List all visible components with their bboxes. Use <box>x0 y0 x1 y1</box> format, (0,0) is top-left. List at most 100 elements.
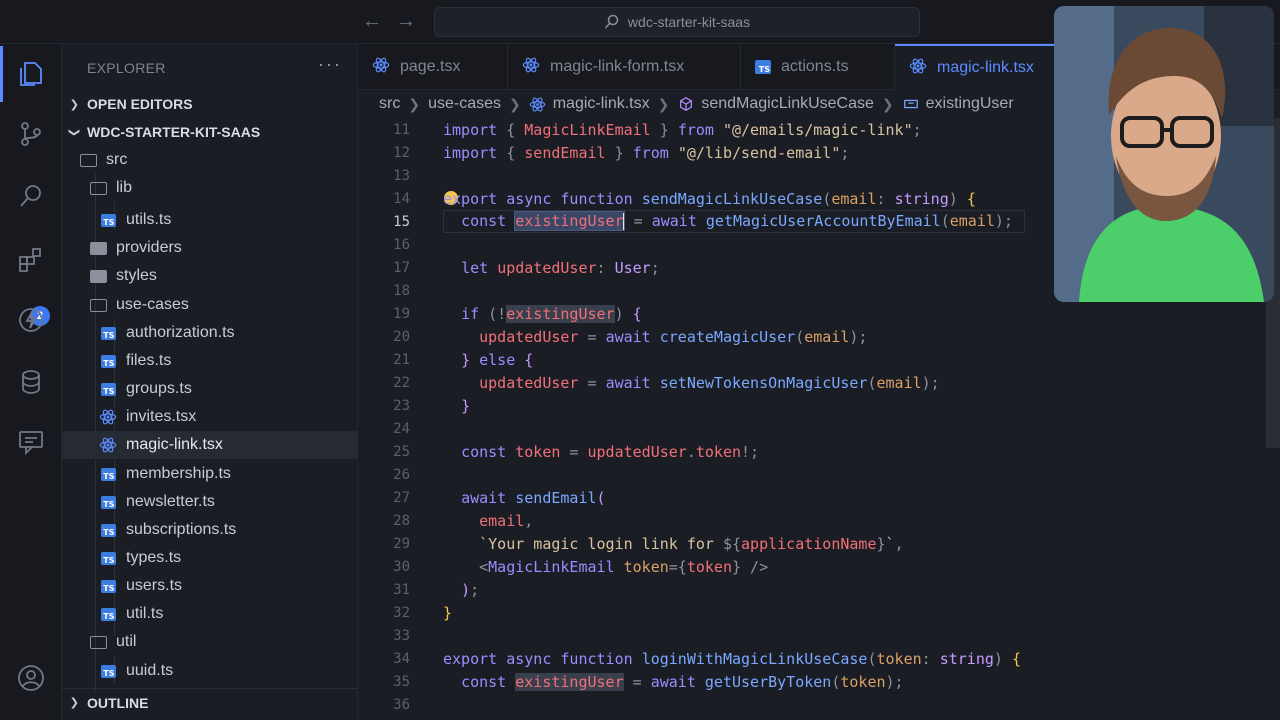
variable-icon <box>902 95 920 113</box>
tree-label: src <box>106 151 128 168</box>
code-line: 21 } else { <box>358 348 1280 371</box>
function-cube-icon <box>677 95 695 113</box>
code-text: <MagicLinkEmail token={token} /> <box>479 557 769 576</box>
tree-folder-src[interactable]: src <box>62 146 358 174</box>
tree-file-groups[interactable]: TS groups.ts <box>62 375 358 403</box>
code-text: } else { <box>461 350 534 369</box>
line-number: 26 <box>393 466 410 483</box>
tree-label: authorization.ts <box>126 324 235 341</box>
tree-label: subscriptions.ts <box>126 521 237 538</box>
code-line: 31 ); <box>358 578 1280 601</box>
code-text: updatedUser = await createMagicUser(emai… <box>479 327 868 346</box>
command-center-text: wdc-starter-kit-saas <box>627 14 751 30</box>
code-line: 26 <box>358 463 1280 486</box>
chevron-right-icon: ❯ <box>881 95 894 112</box>
tree-file-uuid[interactable]: TS uuid.ts <box>62 657 358 685</box>
typescript-icon: TS <box>99 605 117 623</box>
open-editors-section[interactable]: ❯ OPEN EDITORS <box>62 90 358 118</box>
code-text: const existingUser = await getUserByToke… <box>461 672 904 691</box>
breadcrumb-item[interactable]: magic-link.tsx <box>553 95 650 113</box>
extensions-icon[interactable] <box>0 230 62 290</box>
line-number: 19 <box>393 305 410 322</box>
tree-file-types[interactable]: TS types.ts <box>62 544 358 572</box>
code-text: export async function sendMagicLinkUseCa… <box>443 189 976 208</box>
tree-label: providers <box>116 239 182 256</box>
breadcrumb-item[interactable]: sendMagicLinkUseCase <box>701 95 874 113</box>
search-icon <box>604 14 619 29</box>
tree-file-users[interactable]: TS users.ts <box>62 572 358 600</box>
command-center[interactable]: wdc-starter-kit-saas <box>434 7 920 37</box>
presenter-video <box>1054 6 1274 302</box>
chevron-right-icon: ❯ <box>408 95 421 112</box>
project-section[interactable]: ❯ WDC-STARTER-KIT-SAAS <box>62 118 358 146</box>
code-line: 27 await sendEmail( <box>358 486 1280 509</box>
tree-file-membership[interactable]: TS membership.ts <box>62 460 358 488</box>
react-icon <box>522 56 540 79</box>
tree-file-invites[interactable]: invites.tsx <box>62 403 358 431</box>
tree-folder-util[interactable]: util <box>62 628 358 656</box>
more-actions-icon[interactable]: ··· <box>318 54 342 75</box>
code-text: `Your magic login link for ${application… <box>479 534 904 553</box>
tree-file-files[interactable]: TS files.ts <box>62 347 358 375</box>
breadcrumb-item[interactable]: existingUser <box>926 95 1014 113</box>
folder-open-icon <box>89 179 107 197</box>
react-icon <box>909 57 927 80</box>
folder-open-icon <box>89 633 107 651</box>
folder-icon <box>89 267 107 285</box>
code-line: 23 } <box>358 394 1280 417</box>
typescript-icon: TS <box>99 465 117 483</box>
tree-file-util[interactable]: TS util.ts <box>62 600 358 628</box>
line-number: 27 <box>393 489 410 506</box>
typescript-icon: TS <box>99 577 117 595</box>
chevron-right-icon: ❯ <box>657 95 670 112</box>
explorer-icon[interactable] <box>0 44 62 104</box>
tree-folder-providers[interactable]: providers <box>62 234 358 262</box>
tab-actions[interactable]: TS actions.ts <box>741 44 895 90</box>
breadcrumb-item[interactable]: use-cases <box>428 95 501 113</box>
tree-folder-styles[interactable]: styles <box>62 262 358 290</box>
tree-label: types.ts <box>126 549 182 566</box>
project-label: WDC-STARTER-KIT-SAAS <box>87 124 261 140</box>
code-line: 34 export async function loginWithMagicL… <box>358 647 1280 670</box>
line-number: 13 <box>393 167 410 184</box>
chevron-right-icon: ❯ <box>508 95 521 112</box>
tree-file-subscriptions[interactable]: TS subscriptions.ts <box>62 516 358 544</box>
chevron-right-icon: ❯ <box>69 98 79 111</box>
tree-label: use-cases <box>116 296 189 313</box>
line-number: 36 <box>393 696 410 713</box>
breadcrumb-item[interactable]: src <box>379 95 400 113</box>
tab-magic-link-form[interactable]: magic-link-form.tsx <box>508 44 741 90</box>
tree-file-utils[interactable]: TS utils.ts <box>62 206 358 234</box>
line-number: 33 <box>393 627 410 644</box>
tree-folder-use-cases[interactable]: use-cases <box>62 291 358 319</box>
comment-icon[interactable] <box>0 412 62 472</box>
code-line: 29 `Your magic login link for ${applicat… <box>358 532 1280 555</box>
typescript-icon: TS <box>99 493 117 511</box>
source-control-icon[interactable] <box>0 104 62 164</box>
tree-file-newsletter[interactable]: TS newsletter.ts <box>62 488 358 516</box>
bolt-icon[interactable] <box>0 290 62 350</box>
tree-file-magic-link[interactable]: magic-link.tsx <box>62 431 358 459</box>
code-text: const token = updatedUser.token!; <box>461 442 760 461</box>
typescript-icon: TS <box>99 521 117 539</box>
line-number: 11 <box>393 121 410 138</box>
line-number: 31 <box>393 581 410 598</box>
tab-label: page.tsx <box>400 58 461 75</box>
react-icon <box>529 95 547 113</box>
search-icon[interactable] <box>0 166 62 226</box>
back-arrow-icon[interactable]: ← <box>362 10 382 33</box>
folder-icon <box>89 239 107 257</box>
tab-page[interactable]: page.tsx <box>358 44 508 90</box>
tab-label: magic-link-form.tsx <box>550 58 685 75</box>
typescript-icon: TS <box>99 324 117 342</box>
code-text: await sendEmail( <box>461 488 606 507</box>
forward-arrow-icon[interactable]: → <box>396 10 416 33</box>
line-number: 20 <box>393 328 410 345</box>
tree-folder-lib[interactable]: lib <box>62 174 358 202</box>
tree-file-authorization[interactable]: TS authorization.ts <box>62 319 358 347</box>
line-number: 35 <box>393 673 410 690</box>
account-icon[interactable] <box>0 648 62 708</box>
outline-section[interactable]: ❯ OUTLINE <box>62 688 358 716</box>
database-icon[interactable] <box>0 352 62 412</box>
code-text: export async function loginWithMagicLink… <box>443 649 1021 668</box>
